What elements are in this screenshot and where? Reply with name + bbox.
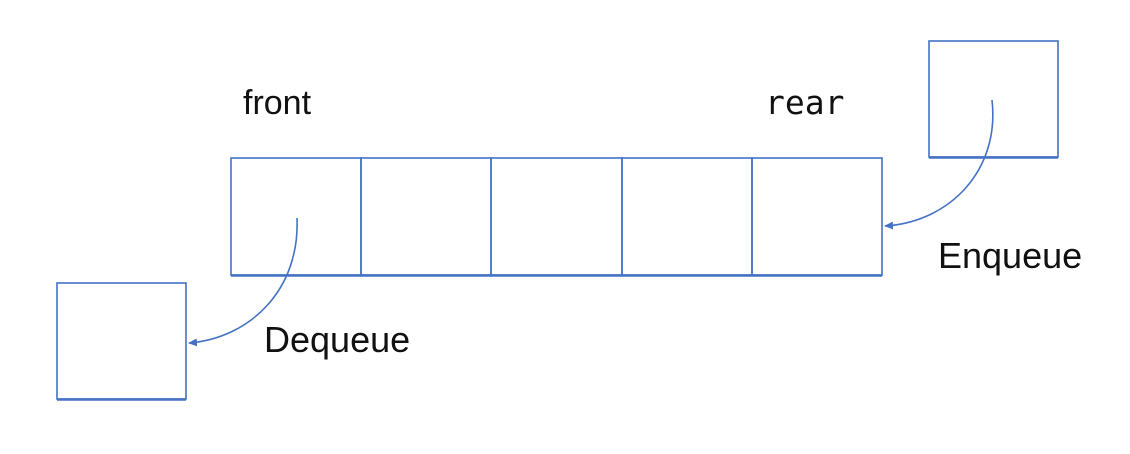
- queue-cell-1: [230, 157, 362, 276]
- queue-cell-5: [751, 157, 883, 276]
- enqueue-label: Enqueue: [938, 235, 1083, 276]
- dequeue-element-box: [56, 282, 187, 401]
- enqueue-element-box: [928, 40, 1059, 159]
- dequeue-label: Dequeue: [264, 319, 411, 360]
- queue-array: [230, 157, 883, 277]
- queue-cell-4: [621, 157, 753, 276]
- rear-label: rear: [765, 83, 845, 122]
- queue-cell-2: [360, 157, 492, 276]
- diagram-canvas: [56, 40, 1059, 401]
- front-label: front: [243, 84, 312, 122]
- queue-cell-3: [490, 157, 623, 276]
- queue-diagram: front rear Enqueue Dequeue: [0, 0, 1130, 454]
- enqueue-arrow: [884, 99, 994, 230]
